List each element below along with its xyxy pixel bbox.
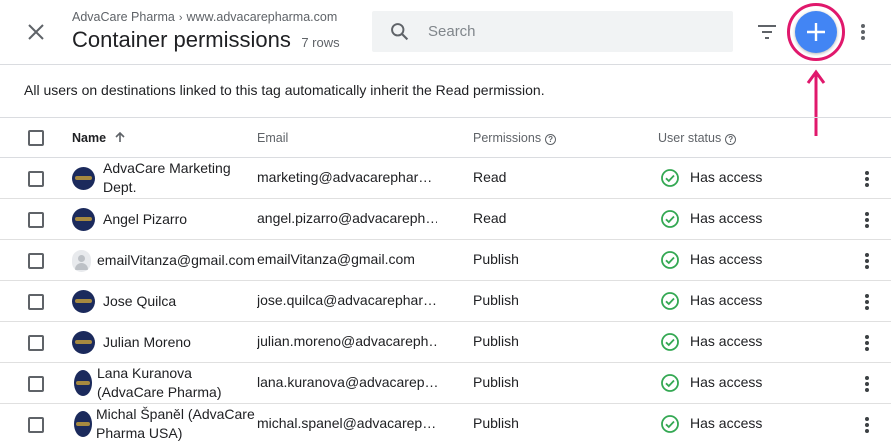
column-user-status-label: User status: [658, 131, 722, 145]
user-status: Has access: [690, 292, 763, 308]
close-icon[interactable]: [24, 20, 48, 44]
user-status: Has access: [690, 374, 763, 390]
user-name: Lana Kuranova (AdvaCare Pharma): [97, 365, 222, 400]
search-input[interactable]: [428, 11, 718, 52]
user-status: Has access: [690, 210, 763, 226]
inheritance-notice: All users on destinations linked to this…: [24, 82, 545, 98]
more-vert-icon[interactable]: [859, 413, 875, 437]
user-email: jose.quilca@advacarephar…: [257, 292, 437, 308]
help-icon[interactable]: ?: [545, 134, 557, 145]
select-all-checkbox[interactable]: [28, 130, 44, 146]
more-vert-icon[interactable]: [859, 249, 875, 273]
user-permission[interactable]: Read: [473, 169, 506, 185]
user-name: AdvaCare Marketing Dept.: [103, 160, 231, 195]
more-vert-icon[interactable]: [859, 372, 875, 396]
table-header: Name Email Permissions? User status?: [0, 117, 891, 158]
user-name: Julian Moreno: [103, 334, 191, 350]
more-vert-icon[interactable]: [859, 290, 875, 314]
user-email: emailVitanza@gmail.com: [257, 251, 415, 267]
avatar: [74, 411, 92, 437]
row-checkbox[interactable]: [28, 253, 44, 269]
column-name-label: Name: [72, 131, 107, 145]
breadcrumb: AdvaCare Pharma › www.advacarepharma.com: [72, 10, 337, 24]
user-name: Jose Quilca: [103, 293, 177, 309]
page-title: Container permissions: [72, 27, 291, 52]
user-email: julian.moreno@advacareph…: [257, 333, 437, 349]
table-row[interactable]: Jose Quilca jose.quilca@advacarephar… Pu…: [0, 281, 891, 322]
filter-icon[interactable]: [755, 21, 779, 43]
user-status: Has access: [690, 415, 763, 431]
table-row[interactable]: Angel Pizarro angel.pizarro@advacareph… …: [0, 199, 891, 240]
user-permission[interactable]: Publish: [473, 333, 519, 349]
user-email: lana.kuranova@advacarep…: [257, 374, 437, 390]
search-icon: [391, 23, 409, 41]
more-vert-icon[interactable]: [859, 331, 875, 355]
user-name: Michal Španěl (AdvaCare Pharma USA): [96, 406, 255, 441]
more-vert-icon[interactable]: [855, 20, 871, 44]
more-vert-icon[interactable]: [859, 208, 875, 232]
table-row[interactable]: Michal Španěl (AdvaCare Pharma USA) micha…: [0, 404, 891, 445]
user-name: emailVitanza@gmail.com: [97, 252, 255, 268]
check-circle-icon: [661, 292, 679, 310]
user-email: michal.spanel@advacarep…: [257, 415, 437, 431]
user-permission[interactable]: Read: [473, 210, 506, 226]
row-checkbox[interactable]: [28, 376, 44, 392]
table-row[interactable]: AdvaCare Marketing Dept. marketing@advaca…: [0, 158, 891, 199]
user-permission[interactable]: Publish: [473, 251, 519, 267]
avatar: [74, 370, 92, 396]
user-name: Angel Pizarro: [103, 211, 188, 227]
avatar: [72, 250, 91, 272]
check-circle-icon: [661, 210, 679, 228]
check-circle-icon: [661, 415, 679, 433]
add-icon: [807, 23, 825, 41]
column-header-permissions[interactable]: Permissions?: [473, 131, 557, 145]
table-row[interactable]: Julian Moreno julian.moreno@advacareph… …: [0, 322, 891, 363]
user-email: angel.pizarro@advacareph…: [257, 210, 437, 226]
more-vert-icon[interactable]: [859, 167, 875, 191]
table-row[interactable]: emailVitanza@gmail.com emailVitanza@gmai…: [0, 240, 891, 281]
check-circle-icon: [661, 251, 679, 269]
check-circle-icon: [661, 374, 679, 392]
table-row[interactable]: Lana Kuranova (AdvaCare Pharma) lana.kura…: [0, 363, 891, 404]
user-status: Has access: [690, 251, 763, 267]
breadcrumb-container[interactable]: www.advacarepharma.com: [187, 10, 338, 24]
user-email: marketing@advacarephar…: [257, 169, 433, 185]
check-circle-icon: [661, 169, 679, 187]
user-permission[interactable]: Publish: [473, 292, 519, 308]
header: AdvaCare Pharma › www.advacarepharma.com C…: [0, 0, 891, 65]
chevron-right-icon: ›: [178, 12, 183, 24]
row-checkbox[interactable]: [28, 417, 44, 433]
avatar: [72, 208, 95, 231]
row-count: 7 rows: [301, 35, 340, 50]
user-permission[interactable]: Publish: [473, 415, 519, 431]
column-header-email[interactable]: Email: [257, 131, 288, 145]
check-circle-icon: [661, 333, 679, 351]
column-header-name[interactable]: Name: [72, 131, 126, 145]
column-permissions-label: Permissions: [473, 131, 542, 145]
title-row: Container permissions 7 rows: [72, 27, 340, 53]
avatar: [72, 290, 95, 313]
help-icon[interactable]: ?: [725, 134, 737, 145]
row-checkbox[interactable]: [28, 171, 44, 187]
row-checkbox[interactable]: [28, 294, 44, 310]
avatar: [72, 167, 95, 190]
user-status: Has access: [690, 333, 763, 349]
add-user-button[interactable]: [795, 11, 837, 53]
avatar: [72, 331, 95, 354]
arrow-up-icon: [114, 131, 125, 142]
column-header-user-status[interactable]: User status?: [658, 131, 737, 145]
breadcrumb-account[interactable]: AdvaCare Pharma: [72, 10, 175, 24]
row-checkbox[interactable]: [28, 335, 44, 351]
user-status: Has access: [690, 169, 763, 185]
row-checkbox[interactable]: [28, 212, 44, 228]
search-bar[interactable]: [372, 11, 733, 52]
user-permission[interactable]: Publish: [473, 374, 519, 390]
